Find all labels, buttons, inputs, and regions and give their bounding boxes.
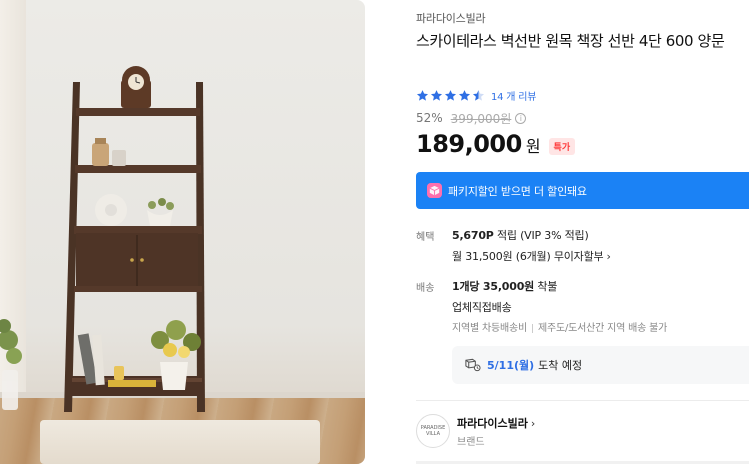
brand-link[interactable]: 파라다이스빌라 xyxy=(416,10,486,26)
special-deal-badge: 특가 xyxy=(548,137,576,155)
chevron-right-icon: › xyxy=(606,250,611,263)
star-icon xyxy=(458,89,471,101)
seller-logo[interactable]: PARADISE VILLA xyxy=(416,414,450,448)
arrival-estimate-box: 5/11(월) 도착 예정 xyxy=(452,346,749,384)
discount-rate: 52% xyxy=(416,111,443,125)
benefit-label: 혜택 xyxy=(416,232,435,243)
shipping-fee-row: 1개당 35,000원 착불 xyxy=(452,278,557,294)
star-rating xyxy=(416,89,485,102)
points-amount: 5,670P xyxy=(452,229,494,242)
rating-row[interactable]: 14 개 리뷰 xyxy=(416,87,536,103)
seller-type: 브랜드 xyxy=(457,437,485,448)
currency-unit: 원 xyxy=(525,137,541,156)
note-separator xyxy=(531,323,533,333)
left-plant xyxy=(0,319,22,410)
shipping-note-islands: 제주도/도서산간 지역 배송 불가 xyxy=(537,323,668,334)
shipping-fee-suffix: 착불 xyxy=(537,280,558,293)
price-row: 189,000 원 특가 xyxy=(416,130,576,162)
arrival-text: 도착 예정 xyxy=(538,359,583,372)
section-divider xyxy=(416,400,749,401)
star-icon xyxy=(444,89,457,101)
product-title: 스카이테라스 벽선반 원목 책장 선반 4단 600 양문 xyxy=(416,32,725,50)
shipping-method: 업체직접배송 xyxy=(452,301,512,314)
sale-price: 189,000 xyxy=(416,130,522,158)
chevron-right-icon: › xyxy=(530,417,536,430)
info-icon[interactable]: i xyxy=(515,112,527,124)
product-info-panel: 파라다이스빌라 스카이테라스 벽선반 원목 책장 선반 4단 600 양문 14… xyxy=(416,0,749,464)
arrival-date: 5/11(월) xyxy=(487,359,535,372)
original-price: 399,000원 xyxy=(450,111,512,126)
seller-name: 파라다이스빌라 xyxy=(457,417,528,430)
shipping-fee: 1개당 35,000원 xyxy=(452,280,535,293)
bookshelf-illustration xyxy=(0,66,205,412)
shipping-note-regional: 지역별 차등배송비 xyxy=(452,323,527,334)
installment-text: 월 31,500원 (6개월) 무이자할부 xyxy=(452,250,604,263)
star-icon xyxy=(430,89,443,101)
package-icon xyxy=(427,183,442,198)
package-banner-text: 패키지할인 받으면 더 할인돼요 xyxy=(448,184,587,198)
seller-name-link[interactable]: 파라다이스빌라 › xyxy=(457,415,535,431)
points-row: 5,670P 적립 (VIP 3% 적립) xyxy=(452,227,589,243)
installment-row[interactable]: 월 31,500원 (6개월) 무이자할부 › xyxy=(452,248,611,264)
shipping-notes: 지역별 차등배송비 제주도/도서산간 지역 배송 불가 xyxy=(452,319,667,334)
points-suffix: 적립 (VIP 3% 적립) xyxy=(496,229,589,242)
discount-row: 52% 399,000원 i xyxy=(416,110,527,126)
star-icon xyxy=(416,89,429,101)
shipping-label: 배송 xyxy=(416,283,435,294)
product-image[interactable] xyxy=(0,0,365,464)
truck-icon xyxy=(465,358,481,372)
package-discount-banner[interactable]: 패키지할인 받으면 더 할인돼요 xyxy=(416,172,749,209)
half-star-icon xyxy=(472,89,485,101)
review-count-link[interactable]: 14 개 리뷰 xyxy=(491,88,536,103)
clock-decor xyxy=(121,66,151,108)
